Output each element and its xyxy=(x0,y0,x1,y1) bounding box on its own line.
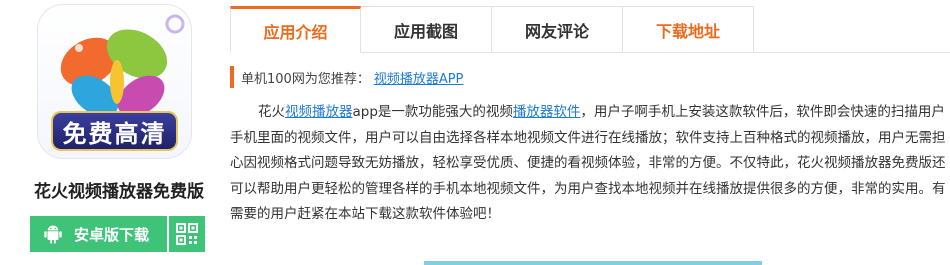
app-name: 花火视频播放器免费版 xyxy=(34,182,204,202)
app-icon-badge: 免费高清 xyxy=(51,111,178,151)
app-detail: 应用介绍 应用截图 网友评论 下载地址 单机100网为您推荐： 视频播放器APP… xyxy=(230,0,950,265)
android-download-button[interactable]: 安卓版下载 xyxy=(30,216,167,252)
recommend-link[interactable]: 视频播放器APP xyxy=(374,68,464,87)
desc-link-video-player[interactable]: 视频播放器 xyxy=(285,104,353,120)
tabs-divider xyxy=(754,52,950,53)
app-icon-badge-text: 免费高清 xyxy=(62,119,167,148)
desc-text-end: ，用户子啊手机上安装这款软件后，软件即会快速的扫描用户手机里面的视频文件，用户可… xyxy=(230,104,946,222)
desc-link-player-software[interactable]: 播放器软件 xyxy=(513,104,581,120)
android-icon xyxy=(44,225,62,244)
tab-screenshots[interactable]: 应用截图 xyxy=(361,7,492,53)
app-icon: 免费高清 xyxy=(37,4,192,159)
qr-code-button[interactable] xyxy=(169,216,205,252)
qr-code-icon xyxy=(176,223,198,245)
recommend-row: 单机100网为您推荐： 视频播放器APP xyxy=(230,66,463,88)
app-sidebar: 免费高清 花火视频播放器免费版 安卓版下载 xyxy=(0,0,230,265)
scroll-indicator xyxy=(424,261,762,265)
tab-download[interactable]: 下载地址 xyxy=(623,7,754,53)
desc-text-mid: app是一款功能强大的视频 xyxy=(352,104,513,120)
desc-text-start: 花火 xyxy=(258,104,285,120)
detail-tabs: 应用介绍 应用截图 网友评论 下载地址 xyxy=(230,6,754,53)
android-download-label: 安卓版下载 xyxy=(74,225,150,244)
app-description: 花火视频播放器app是一款功能强大的视频播放器软件，用户子啊手机上安装这款软件后… xyxy=(230,100,946,228)
recommend-label: 单机100网为您推荐： xyxy=(241,71,370,87)
tab-reviews[interactable]: 网友评论 xyxy=(492,7,623,53)
recommend-marker xyxy=(230,66,234,88)
tab-intro[interactable]: 应用介绍 xyxy=(230,6,361,53)
